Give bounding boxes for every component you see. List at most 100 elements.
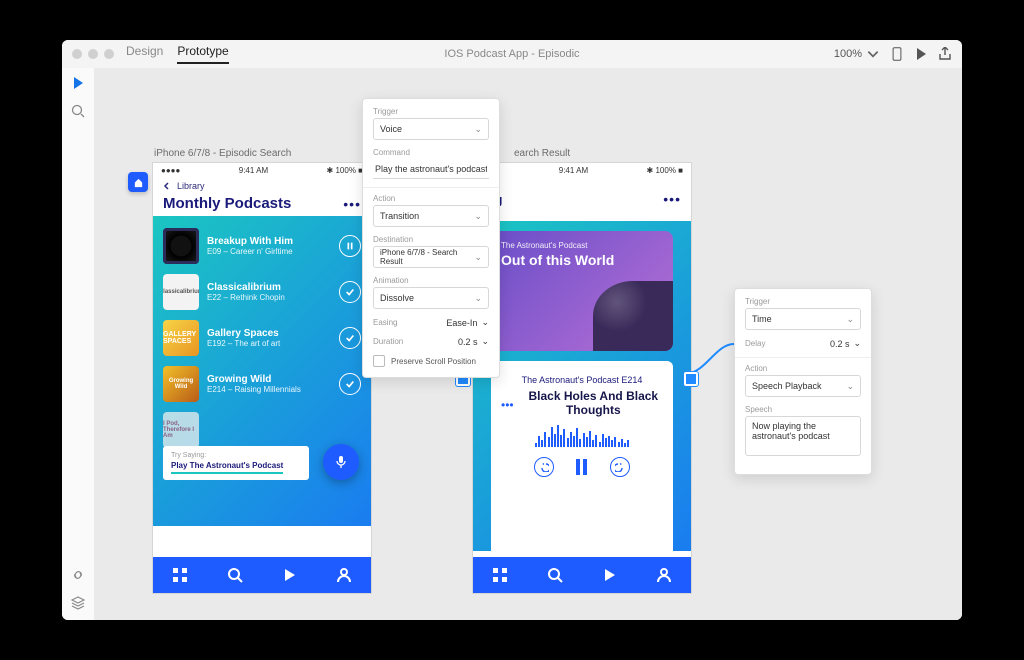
- action-select[interactable]: Transition⌄: [373, 205, 489, 227]
- nav-home-icon[interactable]: [172, 567, 188, 583]
- field-label: Destination: [373, 235, 489, 244]
- hero-art: [593, 281, 673, 351]
- hero-tag: The Astronaut's Podcast: [501, 241, 663, 250]
- nav-play-icon[interactable]: [601, 567, 617, 583]
- pause-button[interactable]: [576, 459, 588, 475]
- app-window: Design Prototype IOS Podcast App - Episo…: [62, 40, 962, 620]
- link-icon[interactable]: [71, 568, 85, 582]
- podcast-art: GALLERY SPACES: [163, 320, 199, 356]
- preserve-scroll-checkbox[interactable]: Preserve Scroll Position: [373, 355, 489, 367]
- zoom-value: 100%: [834, 48, 862, 60]
- window-controls[interactable]: [72, 49, 114, 59]
- list-item[interactable]: I Pod, Therefore I Am: [163, 412, 361, 448]
- nav-home-icon[interactable]: [492, 567, 508, 583]
- animation-select[interactable]: Dissolve⌄: [373, 287, 489, 309]
- check-icon[interactable]: [339, 327, 361, 349]
- artboard-episodic-search[interactable]: ●●●●9:41 AM ✱ 100% ■ Library Monthly Pod…: [152, 162, 372, 594]
- artboard-label-1[interactable]: iPhone 6/7/8 - Episodic Search: [154, 148, 291, 159]
- duration-field[interactable]: 0.2 s⌄: [458, 336, 489, 347]
- more-button[interactable]: •••: [343, 196, 361, 212]
- mic-icon: [334, 455, 348, 469]
- check-icon[interactable]: [339, 373, 361, 395]
- delay-field[interactable]: 0.2 s⌄: [830, 338, 861, 349]
- track-more-icon[interactable]: •••: [501, 398, 514, 412]
- canvas[interactable]: iPhone 6/7/8 - Episodic Search ●●●●9:41 …: [94, 68, 962, 620]
- trigger-select[interactable]: Time⌄: [745, 308, 861, 330]
- hero-card[interactable]: The Astronaut's Podcast Out of this Worl…: [491, 231, 673, 351]
- home-icon: [133, 177, 144, 188]
- nav-search-icon[interactable]: [227, 567, 243, 583]
- action-select[interactable]: Speech Playback⌄: [745, 375, 861, 397]
- bottom-nav: [473, 557, 691, 593]
- interaction-panel-time[interactable]: Trigger Time⌄ Delay 0.2 s⌄ Action Speech…: [734, 288, 872, 475]
- podcast-art: Classicalibrium: [163, 274, 199, 310]
- field-label: Action: [745, 364, 861, 373]
- zoom-control[interactable]: 100%: [834, 47, 880, 61]
- nav-profile-icon[interactable]: [336, 567, 352, 583]
- podcast-art: [163, 228, 199, 264]
- device-icon[interactable]: [890, 47, 904, 61]
- close-dot[interactable]: [72, 49, 82, 59]
- field-label: Duration: [373, 337, 403, 346]
- tab-design[interactable]: Design: [126, 44, 163, 64]
- voice-hint: Try Saying: Play The Astronaut's Podcast: [163, 446, 309, 480]
- hint-text: Play The Astronaut's Podcast: [171, 461, 283, 474]
- play-tool-icon[interactable]: [71, 76, 85, 90]
- back-link[interactable]: Library: [153, 177, 371, 195]
- track-series: The Astronaut's Podcast E214: [501, 375, 663, 385]
- nav-play-icon[interactable]: [281, 567, 297, 583]
- artboard-label-2[interactable]: earch Result: [514, 148, 570, 159]
- field-label: Action: [373, 194, 489, 203]
- field-label: Delay: [745, 339, 765, 348]
- check-icon[interactable]: [339, 281, 361, 303]
- left-rail: [62, 68, 95, 620]
- podcast-name: Gallery Spaces: [207, 328, 280, 339]
- track-panel: The Astronaut's Podcast E214 ••• Black H…: [491, 361, 673, 551]
- list-item[interactable]: GALLERY SPACES Gallery SpacesE192 – The …: [163, 320, 361, 356]
- command-input[interactable]: [373, 159, 489, 179]
- play-icon[interactable]: [914, 47, 928, 61]
- home-flag[interactable]: [128, 172, 148, 192]
- mic-button[interactable]: [323, 444, 359, 480]
- pause-icon[interactable]: [339, 235, 361, 257]
- podcast-list: Breakup With HimE09 – Career n' Girltime…: [153, 216, 371, 526]
- share-icon[interactable]: [938, 47, 952, 61]
- field-label: Trigger: [745, 297, 861, 306]
- list-item[interactable]: Growing Wild Growing WildE214 – Raising …: [163, 366, 361, 402]
- nav-search-icon[interactable]: [547, 567, 563, 583]
- destination-select[interactable]: iPhone 6/7/8 - Search Result⌄: [373, 246, 489, 268]
- maximize-dot[interactable]: [104, 49, 114, 59]
- chevron-left-icon: [163, 182, 171, 190]
- artboard-search-result[interactable]: ●●●●9:41 AM ✱ 100% ■ ing ••• The Astrona…: [472, 162, 692, 594]
- easing-select[interactable]: Ease-In⌄: [446, 317, 489, 328]
- tab-prototype[interactable]: Prototype: [177, 44, 228, 64]
- field-label: Speech: [745, 405, 861, 414]
- link-node[interactable]: [684, 372, 698, 386]
- field-label: Trigger: [373, 107, 489, 116]
- forward-button[interactable]: [610, 457, 630, 477]
- rewind-button[interactable]: [534, 457, 554, 477]
- chevron-down-icon: [866, 47, 880, 61]
- trigger-select[interactable]: Voice⌄: [373, 118, 489, 140]
- podcast-episode: E192 – The art of art: [207, 339, 280, 348]
- search-icon[interactable]: [71, 104, 85, 118]
- waveform: [501, 425, 663, 447]
- minimize-dot[interactable]: [88, 49, 98, 59]
- titlebar: Design Prototype IOS Podcast App - Episo…: [62, 40, 962, 69]
- interaction-panel-voice[interactable]: Trigger Voice⌄ Command Action Transition…: [362, 98, 500, 378]
- podcast-episode: E22 – Rethink Chopin: [207, 293, 285, 302]
- field-label: Command: [373, 148, 489, 157]
- speech-textarea[interactable]: Now playing the astronaut's podcast: [745, 416, 861, 456]
- podcast-art: Growing Wild: [163, 366, 199, 402]
- list-item[interactable]: Classicalibrium ClassicalibriumE22 – Ret…: [163, 274, 361, 310]
- podcast-episode: E214 – Raising Millennials: [207, 385, 301, 394]
- nav-profile-icon[interactable]: [656, 567, 672, 583]
- podcast-name: Classicalibrium: [207, 282, 285, 293]
- bottom-nav: [153, 557, 371, 593]
- back-label: Library: [177, 181, 205, 191]
- podcast-name: Breakup With Him: [207, 236, 293, 247]
- more-button[interactable]: •••: [663, 191, 681, 207]
- page-title: Monthly Podcasts: [163, 195, 291, 212]
- layers-icon[interactable]: [71, 596, 85, 610]
- list-item[interactable]: Breakup With HimE09 – Career n' Girltime: [163, 228, 361, 264]
